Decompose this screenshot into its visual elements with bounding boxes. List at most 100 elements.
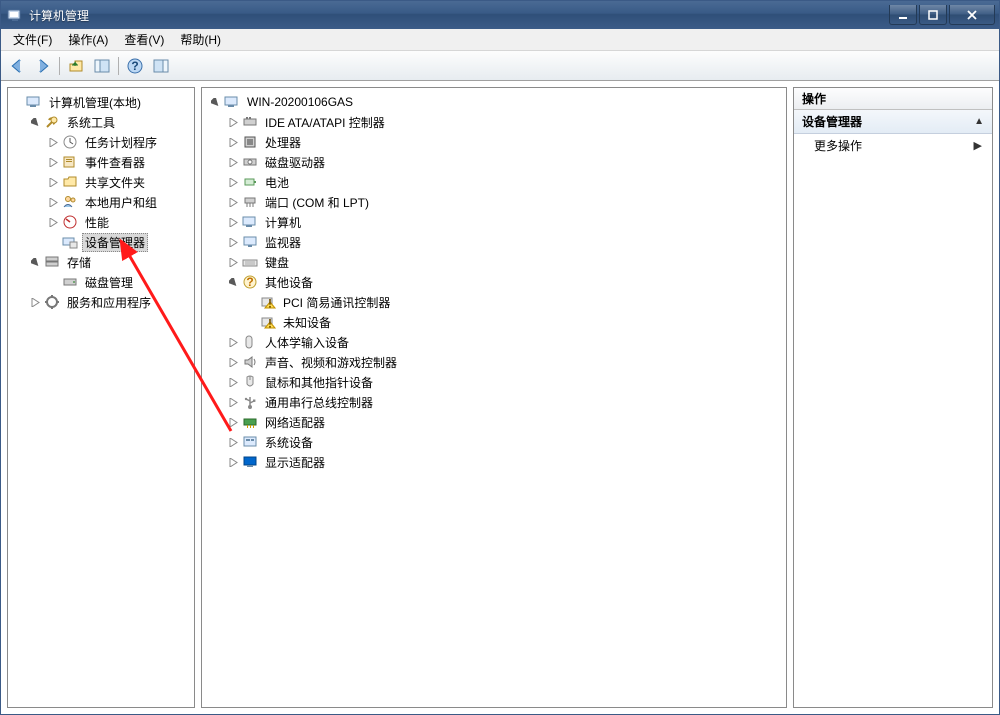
performance-icon bbox=[62, 214, 78, 230]
expand-icon[interactable] bbox=[226, 195, 240, 209]
close-button[interactable] bbox=[949, 5, 995, 25]
tree-services-apps[interactable]: 服务和应用程序 bbox=[64, 293, 154, 312]
device-computer[interactable]: 计算机 bbox=[262, 213, 304, 232]
menu-file[interactable]: 文件(F) bbox=[5, 29, 60, 50]
svg-text:?: ? bbox=[246, 275, 253, 289]
toolbar-back-button[interactable] bbox=[5, 54, 29, 78]
svg-text:?: ? bbox=[131, 59, 138, 73]
expand-icon[interactable] bbox=[46, 215, 60, 229]
keyboard-icon bbox=[242, 254, 258, 270]
expander-blank bbox=[244, 295, 258, 309]
menu-action[interactable]: 操作(A) bbox=[60, 29, 116, 50]
mouse-icon bbox=[242, 374, 258, 390]
expand-icon[interactable] bbox=[226, 355, 240, 369]
task-scheduler-icon bbox=[62, 134, 78, 150]
collapse-icon[interactable] bbox=[226, 275, 240, 289]
expand-icon[interactable] bbox=[226, 375, 240, 389]
svg-text:!: ! bbox=[268, 297, 272, 311]
toolbar: ? bbox=[1, 51, 999, 81]
tree-disk-management[interactable]: 磁盘管理 bbox=[82, 273, 136, 292]
console-tree[interactable]: 计算机管理(本地) 系统工具 bbox=[8, 88, 194, 316]
toolbar-forward-button[interactable] bbox=[31, 54, 55, 78]
device-cpu[interactable]: 处理器 bbox=[262, 133, 304, 152]
more-actions-row[interactable]: 更多操作 ▶ bbox=[794, 134, 992, 156]
expand-icon[interactable] bbox=[46, 155, 60, 169]
expand-icon[interactable] bbox=[226, 455, 240, 469]
tree-local-users[interactable]: 本地用户和组 bbox=[82, 193, 160, 212]
device-ide[interactable]: IDE ATA/ATAPI 控制器 bbox=[262, 113, 388, 132]
window-buttons bbox=[887, 5, 995, 25]
services-icon bbox=[44, 294, 60, 310]
collapse-icon[interactable] bbox=[208, 95, 222, 109]
device-display[interactable]: 显示适配器 bbox=[262, 453, 328, 472]
device-manager-panel: WIN-20200106GAS IDE ATA/ATAPI 控制器 处理器 磁盘… bbox=[201, 87, 787, 708]
expand-icon[interactable] bbox=[226, 175, 240, 189]
device-monitor[interactable]: 监视器 bbox=[262, 233, 304, 252]
device-disk-drives[interactable]: 磁盘驱动器 bbox=[262, 153, 328, 172]
device-other[interactable]: 其他设备 bbox=[262, 273, 316, 292]
tree-device-manager[interactable]: 设备管理器 bbox=[82, 233, 148, 252]
expand-icon[interactable] bbox=[226, 115, 240, 129]
menu-help[interactable]: 帮助(H) bbox=[172, 29, 229, 50]
maximize-button[interactable] bbox=[919, 5, 947, 25]
device-pci[interactable]: PCI 简易通讯控制器 bbox=[280, 293, 393, 312]
battery-icon bbox=[242, 174, 258, 190]
tree-performance[interactable]: 性能 bbox=[82, 213, 112, 232]
expand-icon[interactable] bbox=[226, 435, 240, 449]
toolbar-up-button[interactable] bbox=[64, 54, 88, 78]
toolbar-console-tree-button[interactable] bbox=[90, 54, 114, 78]
tree-shared-folders[interactable]: 共享文件夹 bbox=[82, 173, 148, 192]
expand-icon[interactable] bbox=[46, 135, 60, 149]
device-ports[interactable]: 端口 (COM 和 LPT) bbox=[262, 193, 372, 212]
toolbar-action-pane-button[interactable] bbox=[149, 54, 173, 78]
device-system[interactable]: 系统设备 bbox=[262, 433, 316, 452]
display-adapter-icon bbox=[242, 454, 258, 470]
device-usb[interactable]: 通用串行总线控制器 bbox=[262, 393, 376, 412]
tree-storage[interactable]: 存储 bbox=[64, 253, 94, 272]
computer-category-icon bbox=[242, 214, 258, 230]
expand-icon[interactable] bbox=[226, 415, 240, 429]
device-manager-icon bbox=[62, 234, 78, 250]
actions-header: 操作 bbox=[794, 88, 992, 110]
collapse-icon[interactable] bbox=[28, 255, 42, 269]
tree-task-scheduler[interactable]: 任务计划程序 bbox=[82, 133, 160, 152]
hid-icon bbox=[242, 334, 258, 350]
device-keyboard[interactable]: 键盘 bbox=[262, 253, 292, 272]
tree-event-viewer[interactable]: 事件查看器 bbox=[82, 153, 148, 172]
processor-icon bbox=[242, 134, 258, 150]
device-network[interactable]: 网络适配器 bbox=[262, 413, 328, 432]
disk-management-icon bbox=[62, 274, 78, 290]
expand-icon[interactable] bbox=[46, 195, 60, 209]
local-users-icon bbox=[62, 194, 78, 210]
device-sound[interactable]: 声音、视频和游戏控制器 bbox=[262, 353, 400, 372]
device-hid[interactable]: 人体学输入设备 bbox=[262, 333, 352, 352]
minimize-button[interactable] bbox=[889, 5, 917, 25]
device-tree[interactable]: WIN-20200106GAS IDE ATA/ATAPI 控制器 处理器 磁盘… bbox=[202, 88, 786, 476]
expand-icon[interactable] bbox=[226, 215, 240, 229]
device-unknown[interactable]: 未知设备 bbox=[280, 313, 334, 332]
expand-icon[interactable] bbox=[226, 255, 240, 269]
system-device-icon bbox=[242, 434, 258, 450]
expand-icon[interactable] bbox=[226, 395, 240, 409]
expand-icon[interactable] bbox=[226, 135, 240, 149]
usb-icon bbox=[242, 394, 258, 410]
toolbar-help-button[interactable]: ? bbox=[123, 54, 147, 78]
collapse-icon[interactable] bbox=[28, 115, 42, 129]
actions-section-title[interactable]: 设备管理器 ▲ bbox=[794, 110, 992, 134]
toolbar-separator bbox=[118, 57, 119, 75]
tree-root[interactable]: 计算机管理(本地) bbox=[46, 93, 144, 112]
expand-icon[interactable] bbox=[226, 335, 240, 349]
expand-icon[interactable] bbox=[226, 235, 240, 249]
device-mouse[interactable]: 鼠标和其他指针设备 bbox=[262, 373, 376, 392]
device-battery[interactable]: 电池 bbox=[262, 173, 292, 192]
expand-icon[interactable] bbox=[28, 295, 42, 309]
app-window: 计算机管理 文件(F) 操作(A) 查看(V) 帮助(H) bbox=[0, 0, 1000, 715]
collapse-section-icon[interactable]: ▲ bbox=[974, 116, 984, 127]
expand-icon[interactable] bbox=[46, 175, 60, 189]
ide-controller-icon bbox=[242, 114, 258, 130]
computer-icon bbox=[224, 94, 240, 110]
expand-icon[interactable] bbox=[226, 155, 240, 169]
menu-view[interactable]: 查看(V) bbox=[116, 29, 172, 50]
device-root[interactable]: WIN-20200106GAS bbox=[244, 94, 356, 110]
tree-system-tools[interactable]: 系统工具 bbox=[64, 113, 118, 132]
